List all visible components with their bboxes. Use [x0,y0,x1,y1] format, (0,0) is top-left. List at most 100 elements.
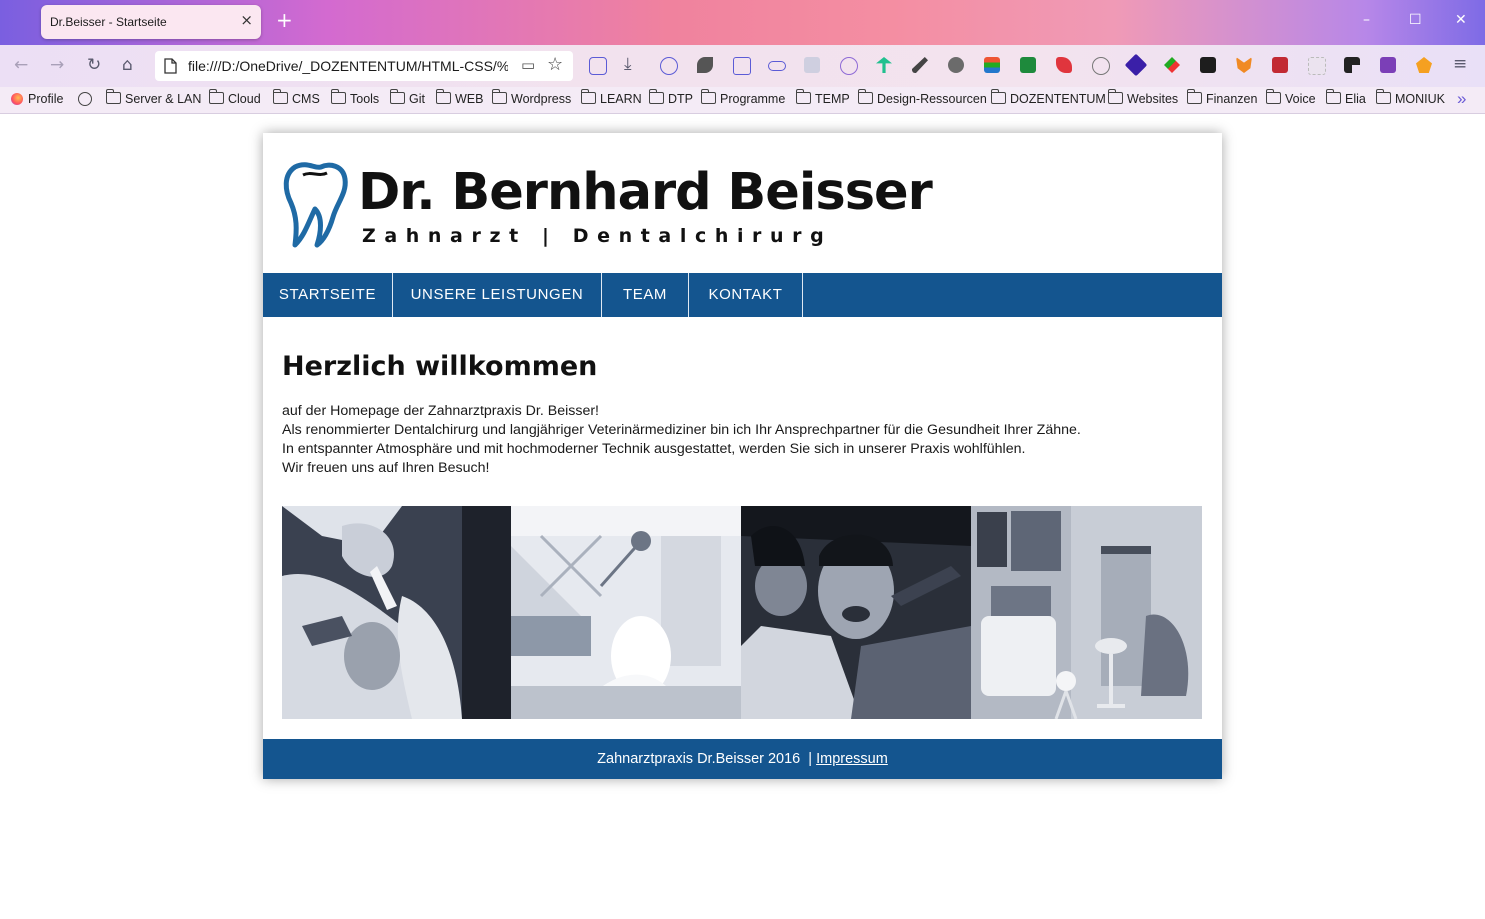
bookmark-folder-dtp[interactable]: DTP [649,89,693,106]
bookmark-folder-tools[interactable]: Tools [331,89,379,106]
globe-icon[interactable] [78,92,92,107]
minimize-button[interactable]: – [1363,12,1370,28]
intro-line: auf der Homepage der Zahnarztpraxis Dr. … [282,403,600,419]
bookmark-star-icon[interactable]: ☆ [547,54,563,75]
tooth-logo-icon [283,162,348,248]
bookmark-folder-cloud[interactable]: Cloud [209,89,261,106]
bookmark-folder-temp[interactable]: TEMP [796,89,850,106]
eyedropper-icon[interactable] [912,57,928,73]
bookmark-label: Websites [1127,92,1179,106]
url-bar[interactable]: file:///D:/OneDrive/_DOZENTENTUM/HTML-CS… [155,51,573,81]
bookmark-folder-dozententum[interactable]: DOZENTENTUM [991,89,1106,106]
main-navigation: STARTSEITE UNSERE LEISTUNGEN TEAM KONTAK… [263,273,1222,317]
bookmark-label: Git [409,92,425,106]
gallery-photo-treatment [282,506,511,719]
bookmark-folder-git[interactable]: Git [390,89,425,106]
extension-gear-icon[interactable] [948,57,964,73]
extension-tree-icon[interactable] [876,57,892,73]
nav-team[interactable]: TEAM [602,273,689,317]
photo-gallery [282,506,1202,719]
download-icon[interactable]: ⤓ [624,54,632,74]
bookmark-folder-elia[interactable]: Elia [1326,89,1366,106]
metamask-fox-icon[interactable] [1236,57,1252,73]
page-icon [164,58,177,74]
bookmark-folder-server-lan[interactable]: Server & LAN [106,89,201,106]
bookmark-folder-programme[interactable]: Programme [701,89,785,106]
onenote-icon[interactable] [1380,57,1396,73]
impressum-link[interactable]: Impressum [816,751,888,767]
bookmark-folder-design-ressourcen[interactable]: Design-Ressourcen [858,89,987,106]
bookmark-label: Design-Ressourcen [877,92,987,106]
nav-unsere-leistungen[interactable]: UNSERE LEISTUNGEN [393,273,602,317]
bookmark-folder-learn[interactable]: LEARN [581,89,642,106]
tab-title: Dr.Beisser - Startseite [50,15,167,29]
page-viewport: Dr. Bernhard Beisser Zahnarzt | Dentalch… [0,114,1485,919]
forward-arrow-icon[interactable]: → [50,55,64,75]
folder-icon [1326,89,1341,104]
bookmark-folder-web[interactable]: WEB [436,89,484,106]
extension-fox-icon[interactable] [1416,57,1432,73]
tab-close-icon[interactable]: × [240,11,253,29]
maximize-button[interactable]: ☐ [1409,12,1422,28]
bookmark-label: DOZENTENTUM [1010,92,1106,106]
bookmark-folder-cms[interactable]: CMS [273,89,320,106]
extension-be-icon[interactable] [804,57,820,73]
bookmark-label: Cloud [228,92,261,106]
bookmark-folder-finanzen[interactable]: Finanzen [1187,89,1258,106]
bookmark-folder-wordpress[interactable]: Wordpress [492,89,571,106]
extension-arrow-icon[interactable] [1164,57,1180,73]
save-icon[interactable] [733,57,751,75]
eraser-icon[interactable] [1056,57,1072,73]
extension-dark-icon[interactable] [1200,57,1216,73]
intro-line: Als renommierter Dentalchirurg und langj… [282,422,1081,438]
pocket-icon[interactable] [589,57,607,75]
folder-icon [649,89,664,104]
bookmark-label: Finanzen [1206,92,1258,106]
intro-text: auf der Homepage der Zahnarztpraxis Dr. … [282,402,1212,478]
bookmark-label: TEMP [815,92,850,106]
reader-view-icon[interactable]: ▭ [521,56,535,74]
link-icon[interactable] [768,61,786,71]
bookmark-label: CMS [292,92,320,106]
folder-icon [1108,89,1123,104]
nav-startseite[interactable]: STARTSEITE [263,273,393,317]
grid-apps-icon[interactable] [1344,57,1360,73]
bookmark-label: MONIUK [1395,92,1445,106]
browser-tab-active[interactable]: Dr.Beisser - Startseite × [41,5,261,39]
extension-color-icon[interactable] [984,57,1000,73]
extension-bird-icon[interactable] [697,57,713,73]
firefox-icon [11,93,23,105]
back-arrow-icon[interactable]: ← [14,55,28,75]
bookmarks-overflow-icon[interactable]: » [1457,89,1466,109]
menu-hamburger-icon[interactable]: ≡ [1453,54,1467,74]
extension-red-icon[interactable] [1272,57,1288,73]
bookmark-folder-websites[interactable]: Websites [1108,89,1179,106]
extension-w-icon[interactable] [1020,57,1036,73]
bookmark-label: Elia [1345,92,1366,106]
extension-diamond-icon[interactable] [1124,53,1148,77]
bookmark-label: WEB [455,92,484,106]
gallery-photo-vintage-room [971,506,1202,719]
folder-icon [209,89,224,104]
bookmark-profile[interactable]: Profile [11,92,63,106]
close-window-button[interactable]: ✕ [1455,12,1467,28]
extension-signal-icon[interactable] [840,57,858,75]
footer-copyright: Zahnarztpraxis Dr.Beisser 2016 | [597,751,817,767]
home-icon[interactable]: ⌂ [122,55,133,75]
bookmark-folder-voice[interactable]: Voice [1266,89,1316,106]
url-text: file:///D:/OneDrive/_DOZENTENTUM/HTML-CS… [188,58,508,74]
intro-line: In entspannter Atmosphäre und mit hochmo… [282,441,1026,457]
bookmark-label: DTP [668,92,693,106]
bookmarks-toolbar: Profile Server & LAN Cloud CMS Tools Git… [0,87,1485,114]
reload-icon[interactable]: ↻ [87,55,101,75]
bookmark-folder-moniuk[interactable]: MONIUK [1376,89,1445,106]
brand-name: Dr. Bernhard Beisser [358,163,933,222]
extension-placeholder-icon[interactable] [1308,57,1326,75]
history-icon[interactable] [660,57,678,75]
extension-circle-icon[interactable] [1092,57,1110,75]
folder-icon [1376,89,1391,104]
browser-titlebar: Dr.Beisser - Startseite × + – ☐ ✕ [0,0,1485,45]
nav-kontakt[interactable]: KONTAKT [689,273,803,317]
new-tab-button[interactable]: + [276,10,293,30]
folder-icon [331,89,346,104]
